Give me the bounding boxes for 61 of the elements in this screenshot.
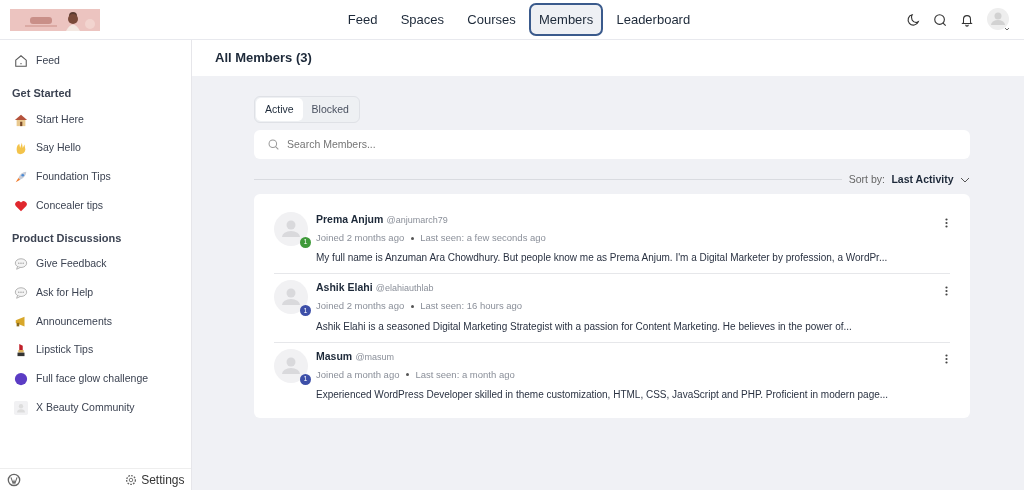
member-handle: @elahiauthlab — [375, 282, 434, 296]
member-name[interactable]: Ashik Elahi — [316, 280, 373, 296]
nav-tab[interactable]: Members — [529, 2, 604, 37]
search-icon[interactable] — [933, 12, 947, 27]
member-name[interactable]: Prema Anjum — [316, 212, 384, 228]
filter-tab[interactable]: Active — [256, 97, 303, 122]
bell-icon[interactable] — [960, 12, 974, 27]
avatar-icon — [14, 400, 28, 415]
joined-date: Joined 2 months ago — [316, 231, 405, 245]
separator-dot — [405, 373, 409, 377]
sidebar-item[interactable]: Lipstick Tips — [0, 336, 191, 365]
sort-dropdown[interactable]: Last Activity — [891, 171, 970, 188]
nav-tab[interactable]: Leaderboard — [606, 2, 701, 37]
nav-tab[interactable]: Spaces — [390, 2, 455, 37]
speech-bubble-icon — [14, 285, 28, 300]
speech-bubble-icon — [14, 257, 28, 272]
waving-hand-icon — [14, 141, 28, 156]
heart-icon — [14, 198, 28, 213]
sidebar-item[interactable]: Start Here — [0, 105, 191, 134]
sidebar-item[interactable]: Ask for Help — [0, 278, 191, 308]
sidebar-item[interactable]: Say Hello — [0, 133, 191, 163]
gear-icon — [123, 472, 138, 487]
page-title: All Members (3) — [215, 49, 312, 68]
section-heading: Product Discussions — [12, 230, 122, 246]
rocket-icon — [14, 169, 28, 184]
settings-button[interactable]: Settings — [123, 470, 185, 489]
member-bio: Experienced WordPress Developer skilled in theme customization, HTML, CSS, JavaScript and PHP. Proficient in modern page... — [316, 387, 890, 402]
joined-date: Joined a month ago — [316, 367, 400, 382]
nav-tab[interactable]: Feed — [337, 2, 388, 37]
avatar-icon — [274, 280, 308, 315]
wordpress-icon[interactable] — [6, 472, 21, 487]
separator-dot — [410, 236, 414, 240]
last-seen: Last seen: a month ago — [415, 367, 515, 382]
member-bio: Ashik Elahi is a seasoned Digital Marketing Strategist with a passion for Content Marketing. He believes in the power of... — [316, 319, 853, 334]
sort-label: Sort by: — [848, 171, 885, 187]
sidebar-item[interactable]: Announcements — [0, 307, 191, 336]
sidebar-item[interactable]: Give Feedback — [0, 249, 191, 279]
member-name[interactable]: Masum — [316, 348, 353, 365]
sidebar-item[interactable]: Concealer tips — [0, 191, 191, 220]
search-icon — [268, 138, 279, 150]
house-icon — [14, 112, 28, 127]
member-handle: @masum — [355, 350, 395, 364]
section-heading: Get Started — [12, 85, 72, 101]
last-seen: Last seen: a few seconds ago — [420, 231, 546, 245]
avatar-icon — [274, 212, 308, 246]
filter-tab[interactable]: Blocked — [302, 97, 358, 122]
member-bio: My full name is Anzuman Ara Chowdhury. But people know me as Prema Anjum. I'm a Digital Marketer by profession, a WordPr... — [316, 251, 889, 266]
sidebar-item[interactable]: Foundation Tips — [0, 162, 191, 192]
home-icon — [14, 53, 28, 68]
megaphone-icon — [14, 314, 28, 329]
nav-tab[interactable]: Courses — [457, 2, 526, 37]
circle-icon — [14, 372, 28, 387]
avatar-icon — [274, 348, 308, 383]
sidebar-item[interactable]: X Beauty Community — [0, 393, 191, 423]
member-handle: @anjumarch79 — [386, 214, 448, 227]
last-seen: Last seen: 16 hours ago — [420, 299, 523, 314]
sidebar-item[interactable]: Feed — [0, 46, 191, 76]
separator-dot — [410, 304, 414, 308]
joined-date: Joined 2 months ago — [316, 299, 405, 314]
moon-icon[interactable] — [906, 12, 920, 27]
sidebar-item[interactable]: Full face glow challenge — [0, 364, 191, 394]
